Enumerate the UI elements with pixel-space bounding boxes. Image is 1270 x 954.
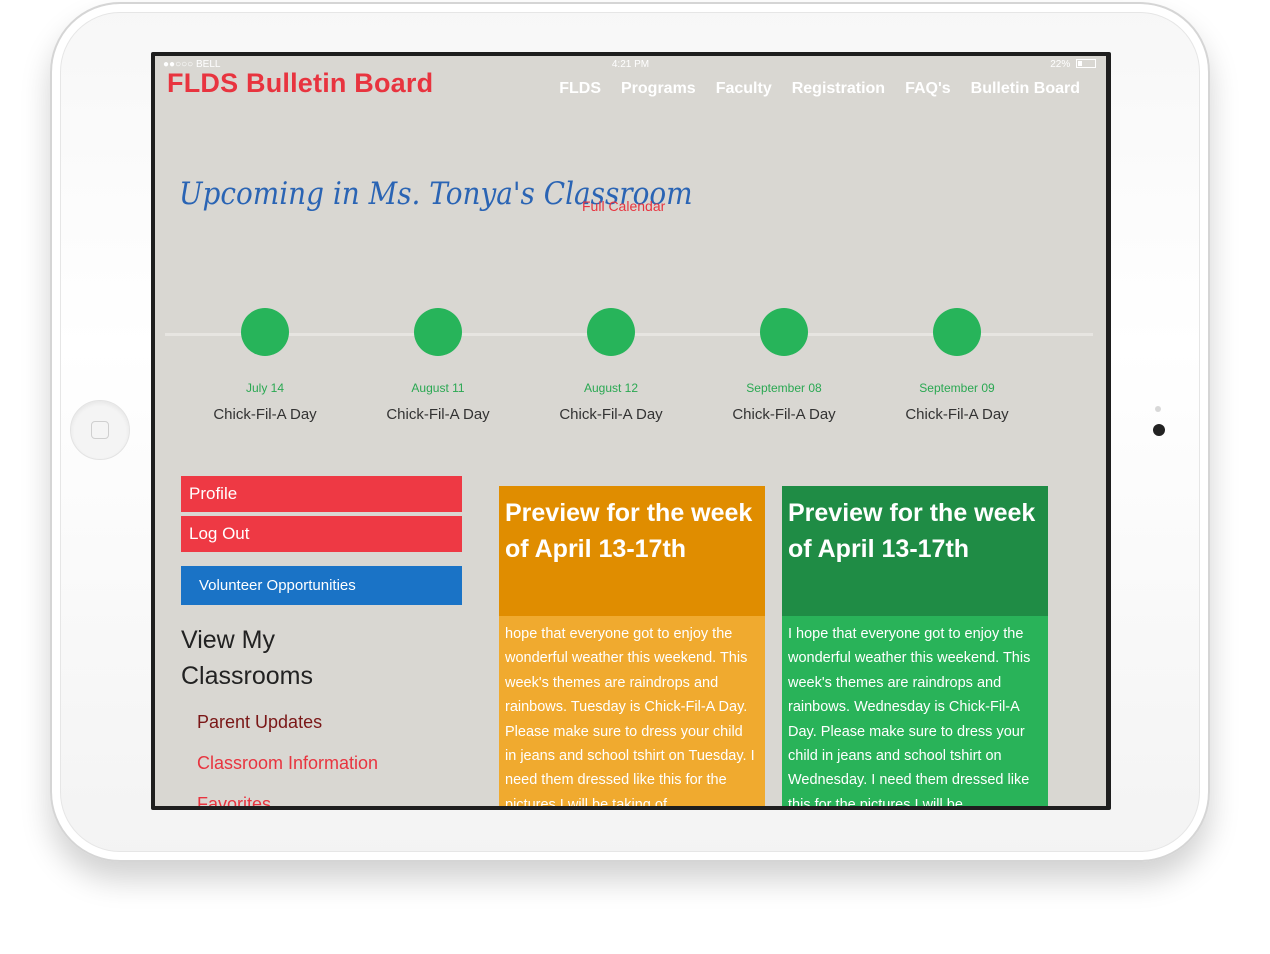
classroom-information-link[interactable]: Classroom Information [197,753,378,774]
top-nav: FLDS Programs Faculty Registration FAQ's… [559,80,1080,98]
sensor-icon [1155,406,1161,412]
card-title: Preview for the week of April 13-17th [782,486,1048,616]
home-square-icon [91,421,109,439]
home-button[interactable] [70,400,130,460]
timeline-event: July 14 Chick-Fil-A Day [185,308,345,423]
profile-button[interactable]: Profile [181,476,462,512]
nav-item-flds[interactable]: FLDS [559,80,601,98]
logout-button[interactable]: Log Out [181,516,462,552]
battery-icon [1076,59,1096,68]
nav-item-programs[interactable]: Programs [621,80,696,98]
event-title: Chick-Fil-A Day [386,406,490,423]
event-title: Chick-Fil-A Day [559,406,663,423]
timeline-event: August 12 Chick-Fil-A Day [531,308,691,423]
favorites-link[interactable]: Favorites [197,794,271,806]
full-calendar-link[interactable]: Full Calendar [582,198,665,214]
timeline-event: August 11 Chick-Fil-A Day [358,308,518,423]
event-dot[interactable] [933,308,981,356]
event-title: Chick-Fil-A Day [905,406,1009,423]
card-body: I hope that everyone got to enjoy the wo… [782,616,1048,806]
event-title: Chick-Fil-A Day [732,406,836,423]
event-dot[interactable] [414,308,462,356]
card-title: Preview for the week of April 13-17th [499,486,765,616]
camera-icon [1153,424,1165,436]
event-title: Chick-Fil-A Day [213,406,317,423]
event-date: August 12 [583,381,639,395]
preview-card[interactable]: Preview for the week of April 13-17th I … [782,486,1048,806]
web-viewport: ●●○○○ BELL 4:21 PM 22% FLDS Bulletin Boa… [155,56,1106,806]
timeline-event: September 08 Chick-Fil-A Day [704,308,864,423]
event-dot[interactable] [241,308,289,356]
view-classrooms-heading: View My Classrooms [181,626,313,690]
event-date: July 14 [245,381,285,395]
battery-percent: 22% [1050,59,1071,70]
nav-item-registration[interactable]: Registration [792,80,885,98]
event-date: September 08 [746,381,822,395]
preview-card[interactable]: Preview for the week of April 13-17th ho… [499,486,765,806]
event-date: August 11 [411,381,465,395]
nav-item-bulletin-board[interactable]: Bulletin Board [971,80,1080,98]
ipad-screen: ●●○○○ BELL 4:21 PM 22% FLDS Bulletin Boa… [151,52,1111,810]
site-logo[interactable]: FLDS Bulletin Board [167,68,433,99]
nav-item-faculty[interactable]: Faculty [716,80,772,98]
parent-updates-link[interactable]: Parent Updates [197,712,322,733]
event-dot[interactable] [587,308,635,356]
nav-item-faqs[interactable]: FAQ's [905,80,951,98]
battery-indicator: 22% [1050,59,1096,70]
timeline-event: September 09 Chick-Fil-A Day [877,308,1037,423]
event-date: September 09 [919,381,995,395]
event-dot[interactable] [760,308,808,356]
card-body: hope that everyone got to enjoy the wond… [499,616,765,806]
volunteer-opportunities-button[interactable]: Volunteer Opportunities [181,566,462,605]
